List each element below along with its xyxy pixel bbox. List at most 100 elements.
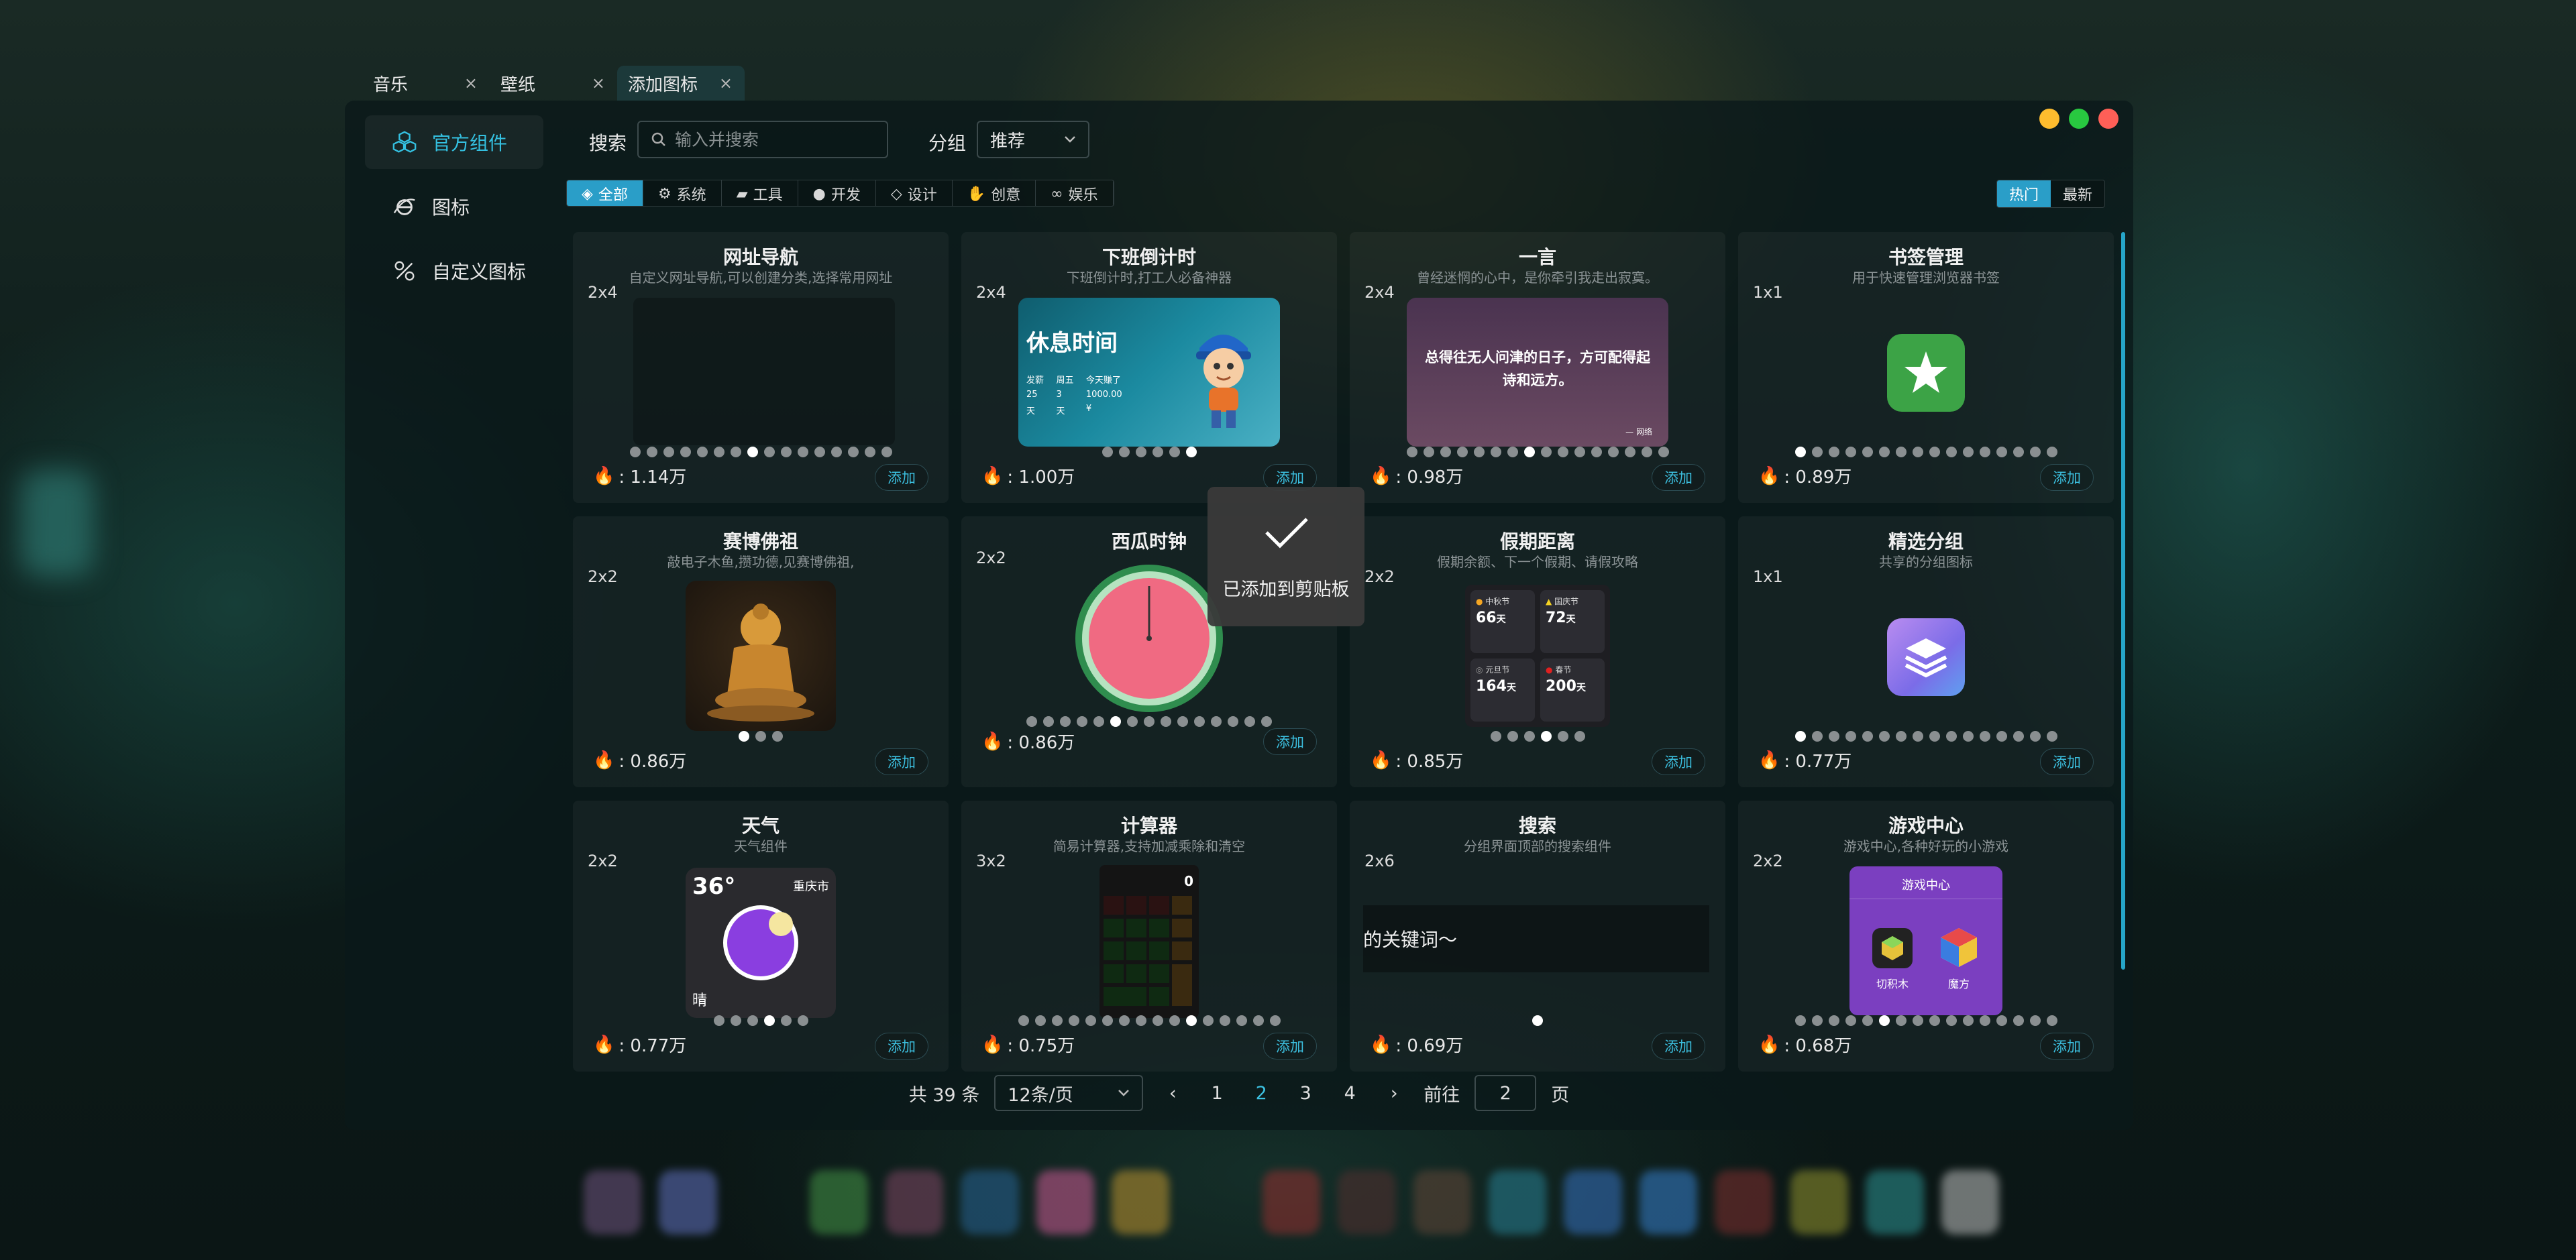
add-button[interactable]: 添加 (875, 748, 928, 775)
add-button[interactable]: 添加 (1263, 1033, 1317, 1059)
carousel-dots[interactable] (1738, 1015, 2114, 1026)
sidebar: 官方组件 图标 自定义图标 (365, 115, 543, 308)
sidebar-item-official-widgets[interactable]: 官方组件 (365, 115, 543, 169)
category-tools[interactable]: ▰ 工具 (721, 180, 798, 206)
dock-app-icon[interactable] (1111, 1170, 1170, 1235)
carousel-dots[interactable] (1350, 1015, 1725, 1026)
tab-wallpaper[interactable]: 壁纸 × (490, 66, 617, 101)
prev-page-button[interactable]: ‹ (1158, 1083, 1187, 1104)
carousel-dots[interactable] (1350, 731, 1725, 742)
carousel-dots[interactable] (961, 1015, 1337, 1026)
page-1[interactable]: 1 (1202, 1083, 1232, 1104)
carousel-dots[interactable] (1738, 731, 2114, 742)
carousel-dots[interactable] (961, 447, 1337, 457)
category-all[interactable]: ◈ 全部 (567, 180, 643, 206)
add-button[interactable]: 添加 (875, 464, 928, 491)
game-center-title: 游戏中心 (1902, 878, 1950, 893)
dock-app-icon[interactable] (885, 1170, 944, 1235)
close-icon[interactable]: × (464, 74, 478, 93)
page-2[interactable]: 2 (1246, 1083, 1276, 1104)
category-creative[interactable]: ✋ 创意 (952, 180, 1036, 206)
popularity: 🔥: 0.68万 (1758, 1032, 1851, 1057)
add-button[interactable]: 添加 (1263, 728, 1317, 755)
dock-app-icon[interactable] (1338, 1170, 1396, 1235)
dock-app-icon[interactable] (961, 1170, 1019, 1235)
sort-latest[interactable]: 最新 (2050, 180, 2104, 207)
add-button[interactable]: 添加 (1652, 1033, 1705, 1059)
dock-app-icon[interactable] (1564, 1170, 1622, 1235)
card-desc: 分组界面顶部的搜索组件 (1464, 838, 1611, 854)
popularity: 🔥: 0.69万 (1370, 1032, 1463, 1057)
close-icon[interactable]: × (719, 74, 733, 93)
dock-app-icon[interactable] (1790, 1170, 1849, 1235)
dock-app-icon[interactable] (659, 1170, 717, 1235)
popularity-value: : 1.00万 (1007, 467, 1075, 488)
popularity: 🔥: 0.86万 (981, 729, 1075, 754)
category-system[interactable]: ⚙ 系统 (643, 180, 722, 206)
dock-app-icon[interactable] (1489, 1170, 1547, 1235)
category-fun[interactable]: ∞ 娱乐 (1036, 180, 1114, 206)
search-input[interactable] (675, 129, 876, 150)
page-4[interactable]: 4 (1335, 1083, 1364, 1104)
minimize-button[interactable] (2039, 109, 2059, 129)
tab-music[interactable]: 音乐 × (362, 66, 490, 101)
add-button[interactable]: 添加 (2040, 1033, 2094, 1059)
widget-card-bookmarks: 书签管理 用于快速管理浏览器书签 1x1 🔥: 0.89万 添加 (1738, 232, 2114, 503)
pagination: 共 39 条 12条/页 ‹ 1 2 3 4 › 前往 2 页 (345, 1073, 2133, 1113)
game-label: 魔方 (1947, 978, 1970, 990)
add-button[interactable]: 添加 (875, 1033, 928, 1059)
add-button[interactable]: 添加 (2040, 464, 2094, 491)
sidebar-item-custom-icons[interactable]: 自定义图标 (365, 244, 543, 298)
dock-app-icon[interactable] (1941, 1170, 2000, 1235)
card-size: 3x2 (976, 852, 1006, 870)
tab-add-icon[interactable]: 添加图标 × (617, 66, 745, 101)
sort-toggle: 热门 最新 (1996, 180, 2105, 208)
category-label: 娱乐 (1068, 187, 1098, 204)
dock-app-icon[interactable] (810, 1170, 868, 1235)
sort-hot[interactable]: 热门 (1996, 180, 2051, 207)
group-select[interactable]: 推荐 (977, 121, 1089, 158)
card-size: 2x6 (1364, 852, 1395, 870)
dock-app-icon[interactable] (1262, 1170, 1321, 1235)
gamepad-icon: ∞ (1051, 185, 1063, 203)
add-button[interactable]: 添加 (1652, 464, 1705, 491)
category-dev[interactable]: ● 开发 (798, 180, 876, 206)
add-button[interactable]: 添加 (2040, 748, 2094, 775)
close-window-button[interactable] (2098, 109, 2118, 129)
card-desc: 游戏中心,各种好玩的小游戏 (1843, 838, 2009, 854)
maximize-button[interactable] (2069, 109, 2089, 129)
popularity-value: : 0.86万 (1007, 733, 1075, 753)
carousel-dots[interactable] (961, 716, 1337, 727)
page-size-select[interactable]: 12条/页 (994, 1075, 1144, 1111)
fire-icon: 🔥 (1370, 750, 1392, 770)
widget-card-game-center: 游戏中心 游戏中心,各种好玩的小游戏 2x2 游戏中心 切积木 魔方 🔥: 0… (1738, 801, 2114, 1072)
carousel-dots[interactable] (573, 1015, 949, 1026)
dock-app-icon[interactable] (584, 1170, 642, 1235)
sidebar-item-icons[interactable]: 图标 (365, 180, 543, 233)
close-icon[interactable]: × (592, 74, 605, 93)
carousel-dots[interactable] (573, 731, 949, 742)
tab-bar: 音乐 × 壁纸 × 添加图标 × (362, 66, 745, 101)
goto-page-input[interactable]: 2 (1474, 1075, 1537, 1111)
card-title: 天气 (741, 815, 780, 837)
next-page-button[interactable]: › (1379, 1083, 1409, 1104)
category-label: 开发 (830, 187, 861, 204)
page-3[interactable]: 3 (1291, 1083, 1320, 1104)
card-title: 一言 (1518, 246, 1556, 268)
card-title: 计算器 (1120, 815, 1177, 837)
category-design[interactable]: ◇ 设计 (875, 180, 953, 206)
card-title: 下班倒计时 (1102, 246, 1196, 268)
dock-app-icon[interactable] (1413, 1170, 1472, 1235)
carousel-dots[interactable] (573, 447, 949, 457)
scrollbar[interactable] (2121, 232, 2125, 970)
carousel-dots[interactable] (1738, 447, 2114, 457)
dock-spacer (735, 1170, 792, 1235)
dock-app-icon[interactable] (1036, 1170, 1094, 1235)
dock-app-icon[interactable] (1639, 1170, 1698, 1235)
search-box[interactable] (637, 121, 888, 158)
calc-display: 0 (1184, 873, 1193, 889)
dock-app-icon[interactable] (1866, 1170, 1924, 1235)
carousel-dots[interactable] (1350, 447, 1725, 457)
dock-app-icon[interactable] (1715, 1170, 1773, 1235)
add-button[interactable]: 添加 (1652, 748, 1705, 775)
